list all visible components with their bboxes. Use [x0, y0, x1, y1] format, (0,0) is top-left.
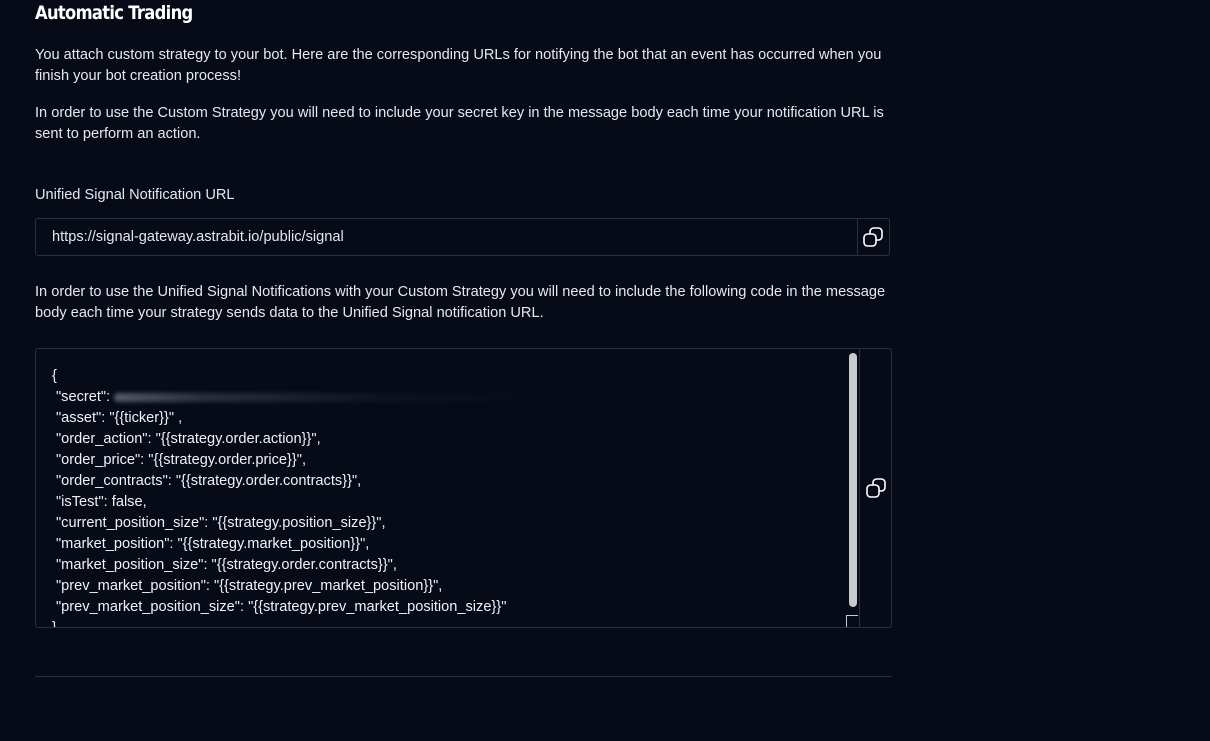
- copy-code-button[interactable]: [860, 470, 891, 506]
- code-line: "order_contracts": "{{strategy.order.con…: [56, 473, 362, 489]
- section-divider: [35, 676, 892, 677]
- code-line: "asset": "{{ticker}}" ,: [56, 410, 183, 426]
- redacted-secret-value: [114, 392, 555, 402]
- code-scrollbar-thumb[interactable]: [849, 353, 857, 607]
- signal-url-input[interactable]: [36, 219, 858, 255]
- textarea-resize-handle[interactable]: [846, 615, 858, 627]
- code-line: }: [52, 618, 859, 627]
- code-line: "isTest": false,: [56, 494, 147, 510]
- code-line: "prev_market_position": "{{strategy.prev…: [56, 578, 443, 594]
- signal-url-field: [35, 218, 890, 256]
- signal-code-field: { "secret": "asset": "{{ticker}}" , "order_…: [35, 348, 892, 628]
- signal-url-label: Unified Signal Notification URL: [35, 187, 235, 203]
- page-title: Automatic Trading: [35, 2, 193, 24]
- code-scrollbar[interactable]: [848, 351, 858, 625]
- code-line: {: [52, 368, 57, 384]
- code-line: "market_position": "{{strategy.market_po…: [56, 536, 370, 552]
- automatic-trading-panel: Automatic Trading You attach custom stra…: [0, 0, 1210, 741]
- signal-code-instructions: In order to use the Unified Signal Notif…: [35, 284, 886, 321]
- intro-paragraph: You attach custom strategy to your bot. …: [35, 47, 882, 84]
- copy-icon: [863, 227, 883, 247]
- secret-key-paragraph: In order to use the Custom Strategy you …: [35, 105, 884, 142]
- signal-code-textarea[interactable]: { "secret": "asset": "{{ticker}}" , "order_…: [36, 349, 860, 627]
- copy-url-button[interactable]: [857, 219, 889, 255]
- code-line: "order_price": "{{strategy.order.price}}…: [56, 452, 307, 468]
- code-line: "prev_market_position_size": "{{strategy…: [56, 599, 507, 615]
- code-line: "market_position_size": "{{strategy.orde…: [56, 557, 397, 573]
- code-line: "order_action": "{{strategy.order.action…: [56, 431, 321, 447]
- copy-icon: [866, 478, 886, 498]
- code-line: "current_position_size": "{{strategy.pos…: [56, 515, 386, 531]
- code-line: "secret":: [52, 387, 859, 408]
